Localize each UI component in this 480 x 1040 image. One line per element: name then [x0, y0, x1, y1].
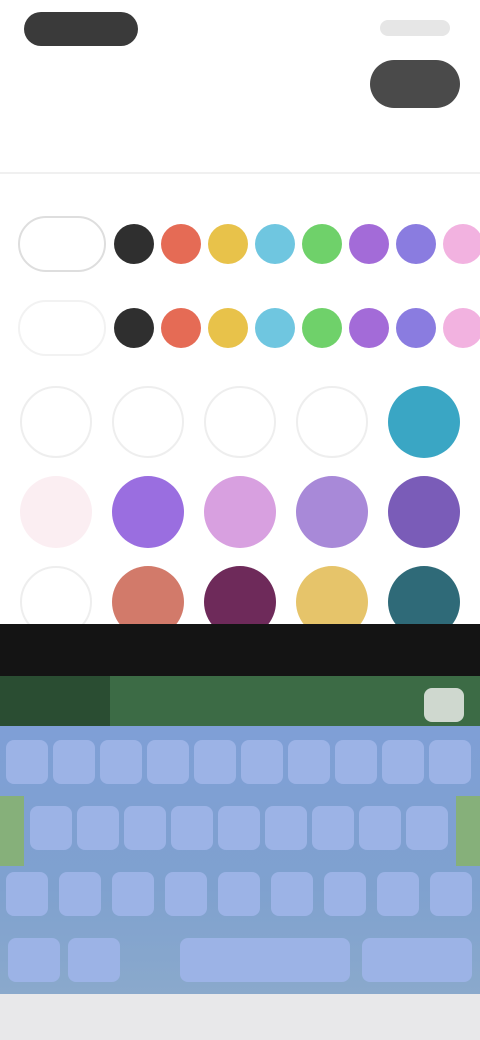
- input-bar-action-button[interactable]: [424, 688, 464, 722]
- keyboard-key[interactable]: [6, 740, 48, 784]
- keyboard-key[interactable]: [171, 806, 213, 850]
- theme-option[interactable]: [112, 386, 184, 458]
- keyboard-key[interactable]: [112, 872, 154, 916]
- keyboard-edge-left: [0, 796, 24, 866]
- page-title: [148, 72, 348, 98]
- keyboard-key[interactable]: [8, 938, 60, 982]
- color-row-a-swatch[interactable]: [396, 224, 436, 264]
- color-row-a-swatch[interactable]: [302, 224, 342, 264]
- color-row-a-swatch[interactable]: [208, 224, 248, 264]
- input-bar-left: [0, 676, 110, 726]
- theme-option[interactable]: [204, 476, 276, 548]
- accessory-bar: [0, 624, 480, 680]
- theme-option[interactable]: [112, 476, 184, 548]
- color-row-a-preview[interactable]: [18, 216, 106, 272]
- keyboard-key[interactable]: [100, 740, 142, 784]
- keyboard-edge-right: [456, 796, 480, 866]
- keyboard-key[interactable]: [271, 872, 313, 916]
- keyboard-key[interactable]: [6, 872, 48, 916]
- status-icons: [380, 20, 450, 36]
- keyboard-key[interactable]: [288, 740, 330, 784]
- color-row-a-swatch[interactable]: [443, 224, 480, 264]
- color-row-b-swatch[interactable]: [349, 308, 389, 348]
- home-indicator-area: [0, 994, 480, 1040]
- keyboard-key[interactable]: [241, 740, 283, 784]
- keyboard-key[interactable]: [335, 740, 377, 784]
- keyboard-key[interactable]: [30, 806, 72, 850]
- theme-option[interactable]: [20, 386, 92, 458]
- theme-option[interactable]: [388, 476, 460, 548]
- theme-option[interactable]: [296, 386, 368, 458]
- keyboard: [0, 726, 480, 994]
- keyboard-key[interactable]: [77, 806, 119, 850]
- color-row-b-swatch[interactable]: [161, 308, 201, 348]
- color-row-a-swatch[interactable]: [255, 224, 295, 264]
- theme-option[interactable]: [296, 476, 368, 548]
- keyboard-key[interactable]: [377, 872, 419, 916]
- color-row-b-swatch[interactable]: [208, 308, 248, 348]
- color-row-a-swatch[interactable]: [349, 224, 389, 264]
- keyboard-key[interactable]: [382, 740, 424, 784]
- keyboard-key[interactable]: [359, 806, 401, 850]
- status-pill: [24, 12, 138, 46]
- keyboard-key[interactable]: [194, 740, 236, 784]
- divider: [0, 172, 480, 174]
- space-key[interactable]: [180, 938, 350, 982]
- color-row-b-swatch[interactable]: [255, 308, 295, 348]
- app-screen: [0, 0, 480, 1040]
- keyboard-key[interactable]: [218, 872, 260, 916]
- keyboard-key[interactable]: [312, 806, 354, 850]
- keyboard-key[interactable]: [59, 872, 101, 916]
- color-row-b-swatch[interactable]: [443, 308, 480, 348]
- keyboard-key[interactable]: [406, 806, 448, 850]
- theme-option[interactable]: [20, 476, 92, 548]
- keyboard-key[interactable]: [430, 872, 472, 916]
- keyboard-key[interactable]: [165, 872, 207, 916]
- color-row-b-swatch[interactable]: [114, 308, 154, 348]
- theme-option[interactable]: [388, 386, 460, 458]
- color-row-b-preview[interactable]: [18, 300, 106, 356]
- color-row-a-swatch[interactable]: [114, 224, 154, 264]
- keyboard-key[interactable]: [429, 740, 471, 784]
- section-label: [78, 126, 238, 166]
- keyboard-key[interactable]: [362, 938, 472, 982]
- theme-option[interactable]: [204, 386, 276, 458]
- color-row-b-swatch[interactable]: [302, 308, 342, 348]
- keyboard-key[interactable]: [324, 872, 366, 916]
- keyboard-key[interactable]: [68, 938, 120, 982]
- color-row-b-swatch[interactable]: [396, 308, 436, 348]
- keyboard-key[interactable]: [265, 806, 307, 850]
- color-row-a-swatch[interactable]: [161, 224, 201, 264]
- keyboard-key[interactable]: [124, 806, 166, 850]
- done-button[interactable]: [370, 60, 460, 108]
- keyboard-key[interactable]: [53, 740, 95, 784]
- keyboard-key[interactable]: [147, 740, 189, 784]
- keyboard-key[interactable]: [218, 806, 260, 850]
